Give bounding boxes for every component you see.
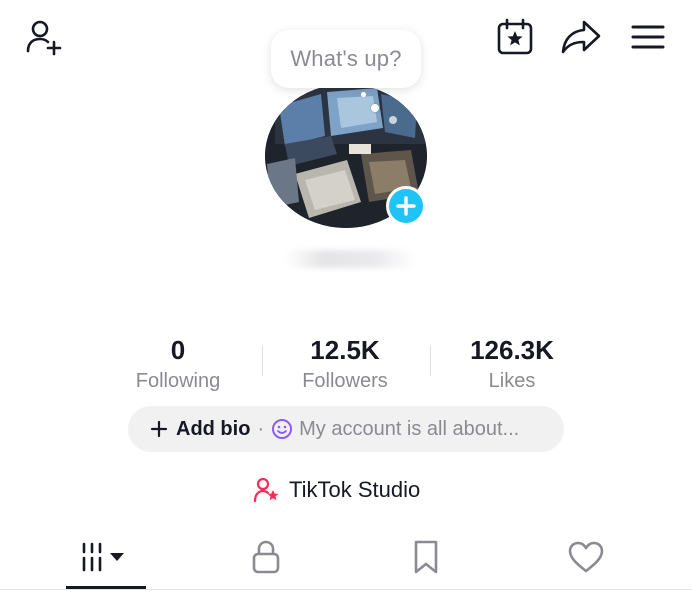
plus-icon [396, 196, 416, 216]
followers-label: Followers [302, 370, 388, 392]
add-bio-button[interactable]: Add bio [150, 418, 250, 441]
likes-count: 126.3K [470, 335, 554, 365]
stat-following[interactable]: 0 Following [103, 336, 253, 394]
plus-icon [150, 420, 168, 438]
stat-followers[interactable]: 12.5K Followers [270, 336, 420, 394]
followers-count: 12.5K [310, 335, 380, 365]
tab-videos[interactable] [66, 526, 146, 588]
tabs-bottom-border [0, 589, 692, 590]
tab-liked[interactable] [546, 526, 626, 588]
tiktok-studio-link[interactable]: TikTok Studio [253, 474, 420, 506]
share-icon [561, 20, 601, 54]
calendar-button[interactable] [494, 16, 536, 58]
studio-person-star-icon [253, 477, 279, 503]
menu-button[interactable] [628, 18, 668, 56]
profile-tabs [0, 526, 692, 595]
bio-placeholder: My account is all about... [299, 417, 520, 440]
add-friend-icon [26, 20, 62, 56]
lock-icon [252, 540, 280, 574]
bookmark-icon [414, 540, 438, 574]
add-friend-button[interactable] [22, 16, 66, 60]
calendar-star-icon [497, 18, 533, 55]
tab-saved[interactable] [386, 526, 466, 588]
stat-divider [430, 346, 431, 376]
videos-grid-icon [82, 542, 124, 572]
tab-private[interactable] [226, 526, 306, 588]
status-bubble[interactable]: What's up? [271, 30, 421, 88]
add-bio-label: Add bio [176, 417, 251, 440]
stat-divider [262, 346, 263, 376]
username-blurred [285, 250, 415, 268]
smiley-icon [272, 419, 293, 439]
tiktok-studio-label: TikTok Studio [289, 477, 421, 502]
share-button[interactable] [558, 16, 604, 58]
following-label: Following [135, 370, 221, 392]
bio-about-prompt[interactable]: My account is all about... [271, 418, 519, 441]
bubble-tail-dot-small [361, 92, 366, 97]
status-bubble-text: What's up? [290, 46, 402, 71]
add-avatar-button[interactable] [386, 186, 426, 226]
bio-separator: · [257, 417, 265, 440]
bubble-tail-dot [371, 104, 379, 112]
heart-icon [568, 541, 604, 573]
following-count: 0 [170, 335, 186, 365]
stat-likes[interactable]: 126.3K Likes [437, 336, 587, 394]
likes-label: Likes [488, 370, 536, 392]
bio-bar: Add bio · My account is all about... [128, 406, 564, 452]
menu-icon [631, 25, 665, 49]
